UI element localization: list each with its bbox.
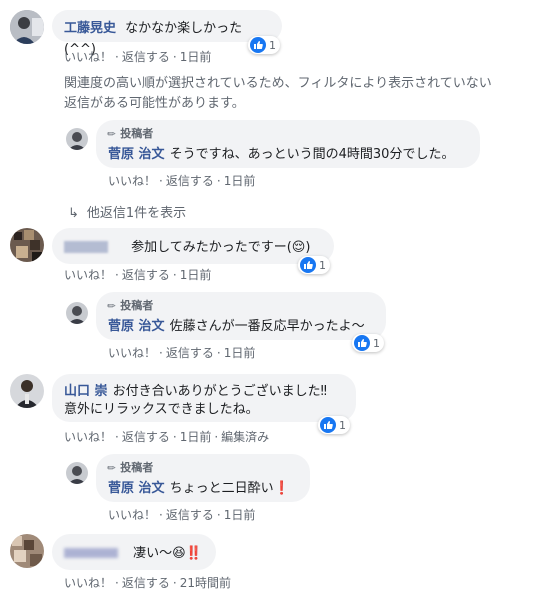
comment-actions: いいね！ · 返信する · 1日前 — [108, 508, 256, 522]
like-reaction-icon — [250, 37, 266, 53]
reaction-count: 1 — [339, 418, 346, 432]
like-reaction-icon — [354, 335, 370, 351]
reply-link[interactable]: 返信する — [122, 50, 170, 64]
comment-actions: いいね！ · 返信する · 1日前 — [64, 268, 212, 282]
reply-link[interactable]: 返信する — [166, 346, 214, 360]
like-reaction-icon — [320, 417, 336, 433]
like-link[interactable]: いいね！ — [108, 346, 156, 360]
timestamp[interactable]: 1日前 — [180, 430, 212, 444]
comment-bubble: 山口 崇 お付き合いありがとうございました‼ 意外にリラックスできましたね。 — [52, 374, 356, 422]
reply-link[interactable]: 返信する — [122, 268, 170, 282]
comment-actions: いいね！ · 返信する · 1日前 · 編集済み — [64, 430, 270, 444]
filter-note-line2: 返信がある可能性があります。 — [64, 96, 245, 111]
pencil-icon: ✎ — [105, 461, 120, 476]
comment-actions: いいね！ · 返信する · 21時間前 — [64, 576, 231, 590]
commenter-name[interactable]: 工藤晃史 — [64, 21, 116, 36]
reply-bubble: ✎ 投稿者 菅原 治文 ちょっと二日酔い❗ — [96, 454, 310, 502]
comment-actions: いいね！ · 返信する · 1日前 — [108, 174, 256, 188]
like-link[interactable]: いいね！ — [64, 576, 112, 590]
reaction-badge[interactable]: 1 — [318, 416, 350, 434]
comment-text: ちょっと二日酔い❗ — [169, 481, 290, 496]
exclamation-emoji-icon: ❗ — [273, 481, 290, 496]
comment-bubble: 工藤晃史 なかなか楽しかった(^^) — [52, 10, 282, 57]
edited-label[interactable]: 編集済み — [221, 430, 269, 444]
comment-bubble: 参加してみたかったですー(😌) — [52, 228, 334, 264]
reply-arrow-icon: ↳ — [68, 206, 79, 221]
avatar[interactable] — [10, 374, 44, 408]
comment-text: そうですね、あっという間の4時間30分でした。 — [169, 147, 455, 162]
reply-link[interactable]: 返信する — [122, 430, 170, 444]
reply-bubble: ✎ 投稿者 菅原 治文 佐藤さんが一番反応早かったよ〜 — [96, 292, 386, 340]
author-badge: ✎ 投稿者 — [105, 299, 154, 314]
blurred-name — [64, 547, 118, 558]
commenter-name[interactable]: 菅原 治文 — [108, 481, 165, 496]
comment-actions: いいね！ · 返信する · 1日前 — [64, 50, 212, 64]
reply-link[interactable]: 返信する — [166, 174, 214, 188]
timestamp[interactable]: 21時間前 — [180, 576, 231, 590]
double-exclamation-icon: ‼️ — [185, 546, 202, 561]
author-badge: ✎ 投稿者 — [105, 461, 154, 476]
author-badge: ✎ 投稿者 — [105, 127, 154, 142]
filter-note: 関連度の高い順が選択されているため、フィルタにより表示されていない 返信がある可… — [64, 74, 492, 114]
blurred-name — [64, 240, 108, 253]
like-link[interactable]: いいね！ — [64, 268, 112, 282]
timestamp[interactable]: 1日前 — [180, 50, 212, 64]
reaction-count: 1 — [319, 258, 326, 272]
reaction-badge[interactable]: 1 — [248, 36, 280, 54]
reaction-count: 1 — [269, 38, 276, 52]
comment-text-line2: 意外にリラックスできましたね。 — [64, 402, 259, 417]
commenter-name[interactable]: 菅原 治文 — [108, 319, 165, 334]
filter-note-line1: 関連度の高い順が選択されているため、フィルタにより表示されていない — [64, 76, 492, 91]
like-link[interactable]: いいね！ — [64, 50, 112, 64]
pencil-icon: ✎ — [105, 299, 120, 314]
reply-bubble: ✎ 投稿者 菅原 治文 そうですね、あっという間の4時間30分でした。 — [96, 120, 480, 168]
reaction-badge[interactable]: 1 — [352, 334, 384, 352]
pencil-icon: ✎ — [105, 127, 120, 142]
more-replies-link[interactable]: ↳ 他返信1件を表示 — [68, 202, 186, 221]
timestamp[interactable]: 1日前 — [224, 346, 256, 360]
laughing-emoji-icon: 😆 — [172, 546, 186, 561]
like-link[interactable]: いいね！ — [64, 430, 112, 444]
timestamp[interactable]: 1日前 — [180, 268, 212, 282]
avatar[interactable] — [66, 302, 88, 324]
commenter-name[interactable]: 山口 崇 — [64, 384, 108, 399]
comment-actions: いいね！ · 返信する · 1日前 — [108, 346, 256, 360]
comment-text: 参加してみたかったですー(😌) — [131, 240, 311, 255]
like-link[interactable]: いいね！ — [108, 174, 156, 188]
commenter-name[interactable]: 菅原 治文 — [108, 147, 165, 162]
comment-text-line1: お付き合いありがとうございました‼ — [112, 384, 327, 399]
avatar[interactable] — [10, 10, 44, 44]
comment-bubble: 凄い〜😆‼️ — [52, 534, 216, 570]
reaction-badge[interactable]: 1 — [298, 256, 330, 274]
timestamp[interactable]: 1日前 — [224, 508, 256, 522]
comment-text: 凄い〜😆‼️ — [133, 546, 202, 561]
reply-link[interactable]: 返信する — [166, 508, 214, 522]
avatar[interactable] — [66, 462, 88, 484]
reaction-count: 1 — [373, 336, 380, 350]
emoji-icon: 😌 — [291, 240, 306, 255]
timestamp[interactable]: 1日前 — [224, 174, 256, 188]
like-reaction-icon — [300, 257, 316, 273]
comment-text: 佐藤さんが一番反応早かったよ〜 — [169, 319, 365, 334]
avatar[interactable] — [10, 228, 44, 262]
avatar[interactable] — [66, 128, 88, 150]
reply-link[interactable]: 返信する — [122, 576, 170, 590]
like-link[interactable]: いいね！ — [108, 508, 156, 522]
avatar[interactable] — [10, 534, 44, 568]
